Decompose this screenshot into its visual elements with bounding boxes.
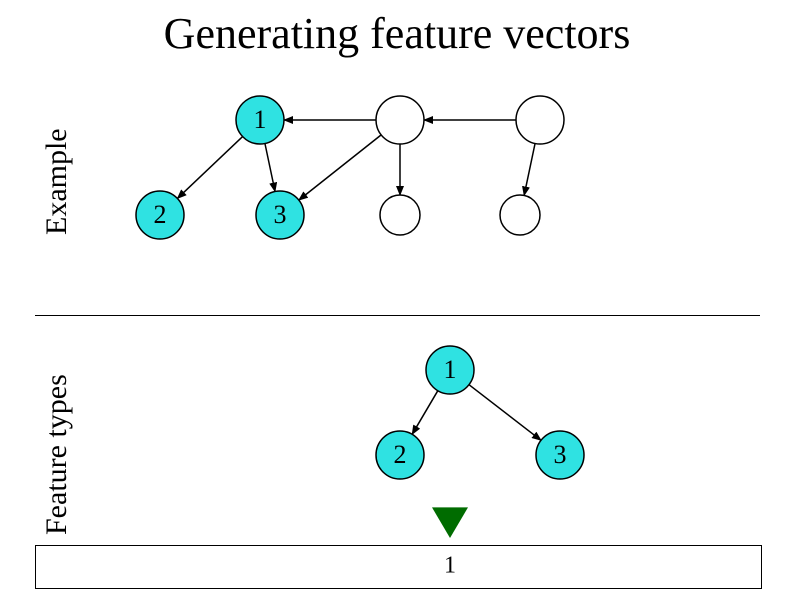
count-row (35, 545, 762, 589)
edge (299, 135, 381, 200)
edge (177, 137, 242, 199)
node-number: 2 (154, 200, 167, 230)
edge (469, 385, 541, 441)
pointer-triangle-icon (432, 507, 468, 538)
edge (265, 143, 275, 191)
graph-node (516, 96, 564, 144)
node-number: 1 (254, 105, 267, 135)
graph-node (376, 96, 424, 144)
diagram-canvas (0, 0, 794, 595)
node-number: 1 (444, 355, 457, 385)
count-value: 1 (444, 553, 456, 580)
edge (524, 143, 535, 195)
edge (412, 391, 438, 435)
node-number: 2 (394, 440, 407, 470)
node-number: 3 (274, 200, 287, 230)
section-divider (35, 315, 760, 316)
graph-node (500, 195, 540, 235)
graph-node (380, 195, 420, 235)
node-number: 3 (554, 440, 567, 470)
